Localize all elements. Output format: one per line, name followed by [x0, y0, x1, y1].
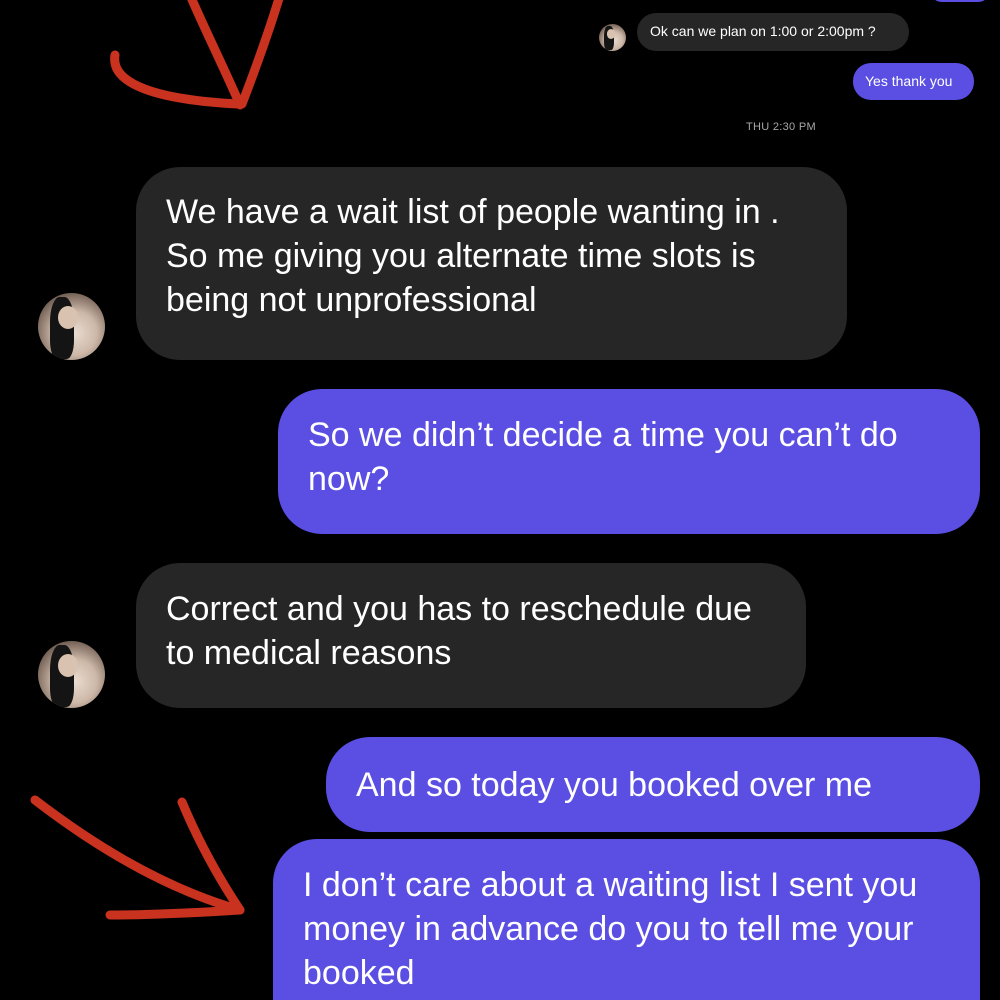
message-bubble-outgoing-small[interactable]: Yes thank you [853, 63, 974, 100]
contact-avatar[interactable] [38, 293, 105, 360]
partial-outgoing-bubble [930, 0, 990, 2]
message-text: Yes thank you [865, 73, 953, 89]
avatar-face [58, 306, 79, 330]
contact-avatar[interactable] [38, 641, 105, 708]
message-bubble-outgoing[interactable]: And so today you booked over me [326, 737, 980, 832]
message-bubble-outgoing[interactable]: I don’t care about a waiting list I sent… [273, 839, 980, 1000]
message-text: We have a wait list of people wanting in… [166, 193, 780, 320]
message-text: I don’t care about a waiting list I sent… [303, 866, 918, 993]
message-bubble-incoming[interactable]: We have a wait list of people wanting in… [136, 167, 847, 360]
message-text: And so today you booked over me [356, 766, 872, 804]
message-thread: Ok can we plan on 1:00 or 2:00pm ? Yes t… [0, 0, 1000, 1000]
message-bubble-outgoing[interactable]: So we didn’t decide a time you can’t do … [278, 389, 980, 534]
red-arrow-top [110, 0, 284, 110]
red-arrow-bottom [30, 795, 245, 920]
avatar-face [607, 29, 616, 39]
message-text: Correct and you has to reschedule due to… [166, 590, 752, 673]
message-text: Ok can we plan on 1:00 or 2:00pm ? [650, 23, 876, 39]
contact-avatar-small[interactable] [599, 24, 626, 51]
message-bubble-incoming[interactable]: Correct and you has to reschedule due to… [136, 563, 806, 708]
avatar-face [58, 654, 79, 678]
message-text: So we didn’t decide a time you can’t do … [308, 416, 898, 499]
message-bubble-incoming-small[interactable]: Ok can we plan on 1:00 or 2:00pm ? [637, 13, 909, 51]
timestamp: THU 2:30 PM [746, 121, 816, 133]
